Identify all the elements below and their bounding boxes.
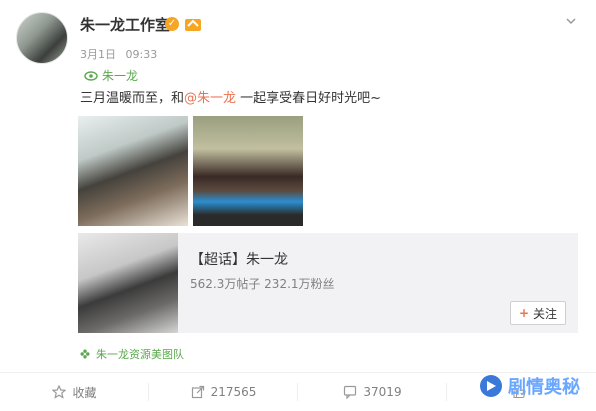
favorite-label: 收藏 xyxy=(72,385,97,400)
share-count: 217565 xyxy=(210,385,257,399)
star-icon xyxy=(52,385,67,399)
post-photo-2[interactable] xyxy=(193,116,303,226)
verified-icon: ✓ xyxy=(165,17,179,31)
author-avatar[interactable] xyxy=(16,12,68,64)
favorite-button[interactable]: 收藏 xyxy=(0,373,149,411)
vip-badge-icon xyxy=(185,19,201,31)
flower-icon xyxy=(80,349,90,359)
post-text-before: 三月温暖而至，和 xyxy=(80,91,185,106)
post-text-after: 一起享受春日好时光吧~ xyxy=(236,91,382,106)
post-meta: 3月1日 09:33 xyxy=(80,46,157,62)
post-date: 3月1日 xyxy=(80,48,116,61)
post-source-label: 朱一龙资源美图队 xyxy=(96,348,184,361)
share-icon xyxy=(191,385,204,399)
topic-cover-image xyxy=(78,233,178,333)
weibo-post-card: 朱一龙工作室 ✓ 3月1日 09:33 朱一龙 三月温暖而至，和@朱一龙 一起享… xyxy=(0,0,596,410)
topic-card[interactable]: 【超话】朱一龙 562.3万帖子 232.1万粉丝 + 关注 xyxy=(78,233,578,333)
post-time: 09:33 xyxy=(125,48,158,61)
mention-link[interactable]: @朱一龙 xyxy=(184,91,236,106)
plus-icon: + xyxy=(518,306,530,320)
follow-button-label: 关注 xyxy=(533,306,558,321)
eye-icon xyxy=(84,70,98,81)
topic-title: 【超话】朱一龙 xyxy=(190,252,288,268)
watermark: 剧情奥秘 xyxy=(480,374,580,398)
comment-icon xyxy=(344,385,357,399)
comment-button[interactable]: 37019 xyxy=(298,373,447,411)
watermark-text: 剧情奥秘 xyxy=(508,377,580,398)
comment-count: 37019 xyxy=(363,385,402,399)
topic-stats: 562.3万帖子 232.1万粉丝 xyxy=(190,277,335,291)
chevron-down-icon[interactable] xyxy=(566,16,576,26)
post-source[interactable]: 朱一龙资源美图队 xyxy=(80,346,184,362)
location-tag[interactable]: 朱一龙 xyxy=(84,67,138,84)
location-tag-label: 朱一龙 xyxy=(102,69,139,83)
play-logo-icon xyxy=(480,375,502,397)
follow-button[interactable]: + 关注 xyxy=(510,301,566,325)
post-photo-1[interactable] xyxy=(78,116,188,226)
post-text: 三月温暖而至，和@朱一龙 一起享受春日好时光吧~ xyxy=(80,90,381,108)
author-name[interactable]: 朱一龙工作室 xyxy=(80,16,170,34)
share-button[interactable]: 217565 xyxy=(149,373,298,411)
